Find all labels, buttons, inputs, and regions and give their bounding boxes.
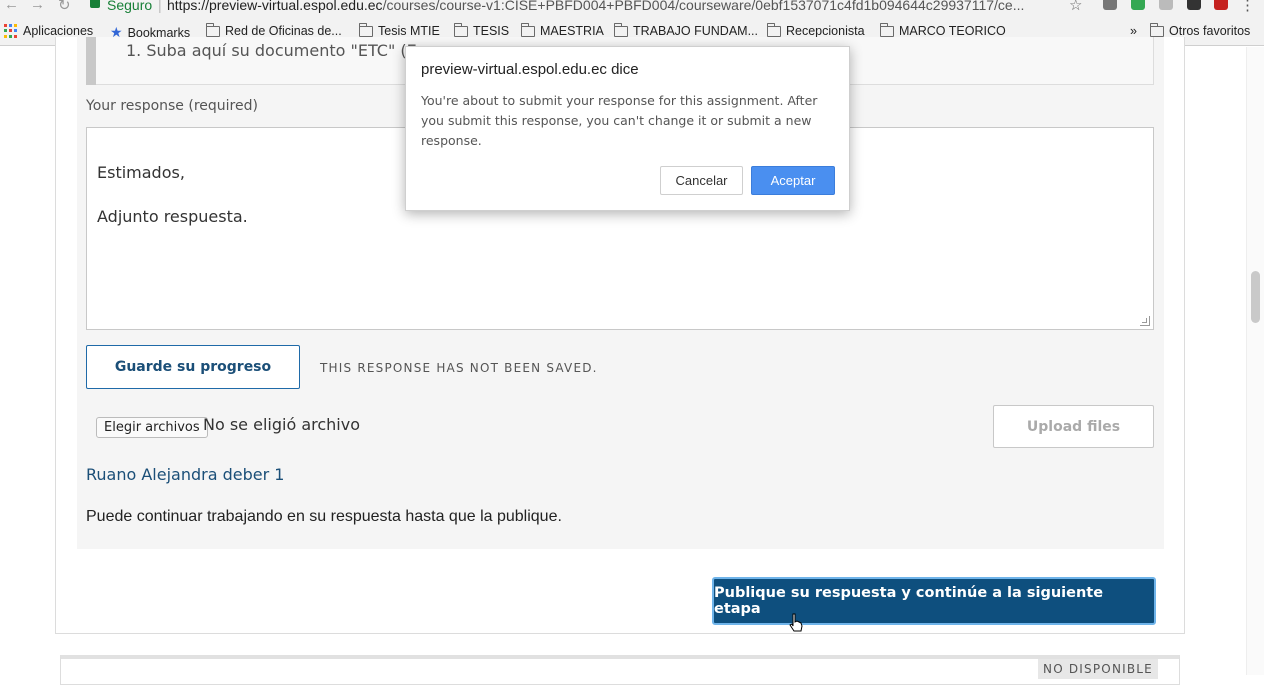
bookmark-folder[interactable]: Red de Oficinas de... xyxy=(205,22,342,38)
folder-icon xyxy=(766,22,781,37)
bookmark-apps[interactable]: Aplicaciones xyxy=(4,24,93,38)
no-file-text: No se eligió archivo xyxy=(203,415,360,434)
folder-icon xyxy=(453,22,468,37)
prompt-accent-bar xyxy=(86,37,96,85)
extension-icon[interactable] xyxy=(1159,0,1173,10)
extension-icon[interactable] xyxy=(1214,0,1228,10)
folder-icon xyxy=(613,22,628,37)
secure-label: Seguro xyxy=(107,0,153,13)
forward-icon[interactable]: → xyxy=(30,0,45,13)
scrollbar[interactable] xyxy=(1246,47,1264,675)
resize-handle-icon[interactable] xyxy=(1140,316,1150,326)
bookmark-label: Recepcionista xyxy=(786,24,865,38)
bookmark-label: TESIS xyxy=(473,24,510,38)
prompt-text: 1. Suba aquí su documento "ETC" (Exp xyxy=(126,41,437,60)
bookmark-label: Tesis MTIE xyxy=(378,24,440,38)
url-separator: | xyxy=(158,0,162,13)
scrollbar-thumb[interactable] xyxy=(1251,271,1260,323)
choose-files-button[interactable]: Elegir archivos xyxy=(96,417,208,438)
status-badge: NO DISPONIBLE xyxy=(1038,659,1158,679)
bookmark-folder[interactable]: TESIS xyxy=(453,22,510,38)
upload-files-button[interactable]: Upload files xyxy=(993,405,1154,448)
save-status: THIS RESPONSE HAS NOT BEEN SAVED. xyxy=(320,361,598,375)
bookmark-folder[interactable]: Recepcionista xyxy=(766,22,865,38)
bookmark-label: Aplicaciones xyxy=(23,24,94,38)
reload-icon[interactable]: ↻ xyxy=(58,0,71,14)
back-icon[interactable]: ← xyxy=(4,0,19,13)
folder-icon xyxy=(520,22,535,37)
address-bar[interactable]: ← → ↻ Seguro | https://preview-virtual.e… xyxy=(0,0,1264,16)
dialog-message: You're about to submit your response for… xyxy=(421,93,818,148)
confirm-dialog: preview-virtual.espol.edu.ec dice You're… xyxy=(405,46,850,211)
bookmark-star-icon[interactable]: ☆ xyxy=(1069,0,1082,14)
save-progress-button[interactable]: Guarde su progreso xyxy=(86,345,300,389)
menu-icon[interactable]: ⋮ xyxy=(1240,0,1255,14)
response-label: Your response (required) xyxy=(86,98,258,114)
url-host: https://preview-virtual.espol.edu.ec xyxy=(167,0,383,13)
folder-icon xyxy=(879,22,894,37)
bookmark-label: TRABAJO FUNDAM... xyxy=(633,24,759,38)
dialog-cancel-button[interactable]: Cancelar xyxy=(660,166,743,195)
url-path: /courses/course-v1:CISE+PBFD004+PBFD004/… xyxy=(382,0,1025,13)
uploaded-file-name[interactable]: Ruano Alejandra deber 1 xyxy=(86,465,284,484)
dialog-title: preview-virtual.espol.edu.ec dice xyxy=(421,61,639,78)
folder-icon xyxy=(1149,22,1164,37)
overflow-icon: » xyxy=(1130,24,1137,38)
submit-response-button[interactable]: Publique su respuesta y continúe a la si… xyxy=(712,577,1156,625)
response-text: Estimados, Adjunto respuesta. xyxy=(97,163,248,226)
url-text[interactable]: https://preview-virtual.espol.edu.ec/cou… xyxy=(167,0,1067,13)
lock-icon xyxy=(90,0,100,8)
next-step-card xyxy=(60,655,1180,685)
folder-icon xyxy=(358,22,373,37)
hand-cursor-icon xyxy=(789,613,803,632)
bookmark-label: MAESTRIA xyxy=(540,24,604,38)
folder-icon xyxy=(205,22,220,37)
bookmark-other[interactable]: Otros favoritos xyxy=(1149,22,1251,38)
bookmark-folder[interactable]: MARCO TEORICO xyxy=(879,22,1006,38)
extension-icon[interactable] xyxy=(1187,0,1201,10)
bookmark-label: MARCO TEORICO xyxy=(899,24,1006,38)
apps-icon xyxy=(4,24,18,38)
extension-icon[interactable] xyxy=(1103,0,1117,10)
bookmark-folder[interactable]: TRABAJO FUNDAM... xyxy=(613,22,759,38)
bookmark-label: Red de Oficinas de... xyxy=(225,24,342,38)
continue-note: Puede continuar trabajando en su respues… xyxy=(86,508,562,525)
bookmark-folder[interactable]: Tesis MTIE xyxy=(358,22,440,38)
bookmark-folder[interactable]: MAESTRIA xyxy=(520,22,604,38)
extension-icon[interactable] xyxy=(1131,0,1145,10)
bookmarks-overflow[interactable]: » xyxy=(1130,24,1137,38)
dialog-accept-button[interactable]: Aceptar xyxy=(751,166,835,195)
bookmark-label: Otros favoritos xyxy=(1169,24,1251,38)
